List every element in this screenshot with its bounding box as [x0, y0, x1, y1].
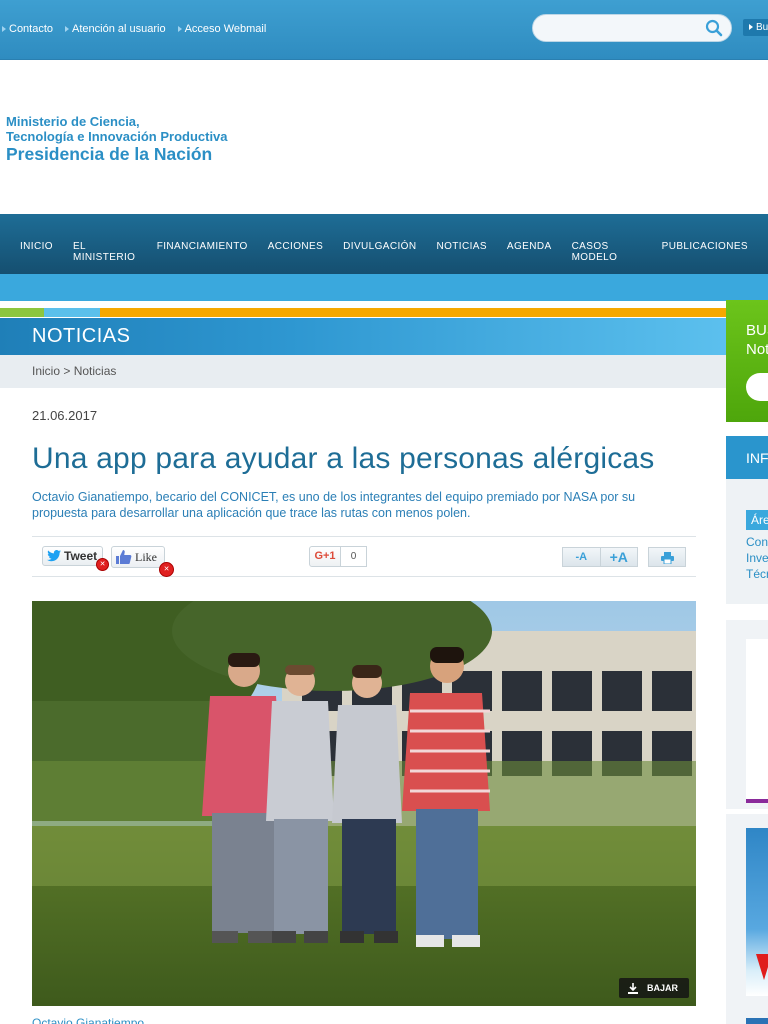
breadcrumb: Inicio > Noticias: [0, 355, 726, 388]
section-header: NOTICIAS: [0, 318, 726, 355]
twitter-icon: [47, 550, 61, 562]
sub-nav-bar: [0, 274, 768, 301]
nav-item-agenda[interactable]: AGENDA: [507, 241, 552, 263]
google-plus-count: 0: [341, 546, 367, 567]
arrow-right-icon: [177, 26, 182, 32]
printer-icon: [661, 552, 674, 564]
color-stripe-blue: [44, 308, 100, 317]
article-lead: Octavio Gianatiempo, becario del CONICET…: [32, 490, 636, 520]
sidebar-info-panel: INF Áre Con Inve Técr: [726, 436, 768, 604]
webmail-link[interactable]: Acceso Webmail: [177, 23, 266, 35]
article-date: 21.06.2017: [32, 408, 98, 423]
sidebar-search-subtitle: Not: [746, 341, 768, 358]
download-button[interactable]: BAJAR: [619, 978, 689, 998]
google-plus-button[interactable]: G+1: [309, 546, 341, 567]
section-title: NOTICIAS: [32, 325, 131, 347]
sidebar-banner-2-marker: [756, 954, 768, 980]
sidebar-search-box: BUS Not: [726, 300, 768, 422]
nav-item-noticias[interactable]: NOTICIAS: [436, 241, 486, 263]
team-photo-image: [32, 601, 696, 1006]
sidebar-search-title: BUS: [746, 322, 768, 339]
search-icon[interactable]: [705, 19, 723, 37]
search-field: [532, 14, 732, 42]
color-stripe-green: [0, 308, 44, 317]
main-nav: INICIO EL MINISTERIO FINANCIAMIENTO ACCI…: [0, 214, 768, 274]
sidebar-banner-2-bar: [746, 1018, 768, 1024]
blocked-icon: ✕: [159, 562, 174, 577]
tweet-button[interactable]: Tweet: [42, 546, 103, 566]
sidebar-banner-image: [746, 639, 768, 803]
sidebar-search-input[interactable]: [746, 373, 768, 401]
arrow-right-icon: [65, 26, 70, 32]
nav-item-inicio[interactable]: INICIO: [20, 241, 53, 263]
sidebar-banner-2[interactable]: [726, 814, 768, 1024]
logo-line-3: Presidencia de la Nación: [6, 144, 213, 165]
sidebar-area-tab[interactable]: Áre: [746, 510, 768, 530]
blocked-icon: ✕: [96, 558, 109, 571]
article-title: Una app para ayudar a las personas alérg…: [32, 442, 655, 475]
arrow-right-icon: [2, 26, 6, 32]
search-button[interactable]: Bu: [743, 19, 768, 36]
nav-item-ministerio[interactable]: EL MINISTERIO: [73, 241, 137, 263]
nav-item-acciones[interactable]: ACCIONES: [268, 241, 323, 263]
photo-caption: Octavio Gianatiempo...: [32, 1016, 155, 1024]
share-bar: Tweet ✕ Like ✕ G+1 0 -A +A: [32, 536, 696, 577]
top-bar: Contacto Atención al usuario Acceso Webm…: [0, 0, 768, 60]
font-size-controls: -A +A: [562, 547, 638, 567]
nav-item-casos-modelo[interactable]: CASOS MODELO: [572, 241, 642, 263]
color-stripe-orange: [100, 308, 726, 317]
nav-item-publicaciones[interactable]: PUBLICACIONES: [662, 241, 748, 263]
sidebar-link[interactable]: Inve: [746, 551, 768, 565]
arrow-right-icon: [749, 24, 753, 30]
font-bigger-button[interactable]: +A: [601, 548, 638, 566]
sidebar-link[interactable]: Técr: [746, 567, 768, 581]
article-photo: BAJAR: [32, 601, 696, 1006]
nav-item-divulgacion[interactable]: DIVULGACIÓN: [343, 241, 416, 263]
like-button[interactable]: Like: [111, 546, 165, 568]
sidebar-info-header: INF: [726, 436, 768, 479]
user-support-link[interactable]: Atención al usuario: [65, 23, 166, 35]
download-icon: [628, 983, 638, 994]
search-input[interactable]: [545, 15, 705, 41]
top-links: Contacto Atención al usuario Acceso Webm…: [2, 23, 266, 35]
nav-item-financiamiento[interactable]: FINANCIAMIENTO: [157, 241, 248, 263]
breadcrumb-text[interactable]: Inicio > Noticias: [32, 364, 116, 378]
sidebar-banner[interactable]: [726, 620, 768, 809]
logo-line-2: Tecnología e Innovación Productiva: [6, 128, 228, 144]
thumbs-up-icon: [116, 550, 132, 564]
font-smaller-button[interactable]: -A: [563, 548, 601, 566]
logo-line-1: Ministerio de Ciencia,: [6, 114, 140, 129]
contact-link[interactable]: Contacto: [2, 23, 53, 35]
print-button[interactable]: [648, 547, 686, 567]
ministry-logo[interactable]: Ministerio de Ciencia, Tecnología e Inno…: [6, 114, 228, 165]
sidebar-link[interactable]: Con: [746, 535, 768, 549]
